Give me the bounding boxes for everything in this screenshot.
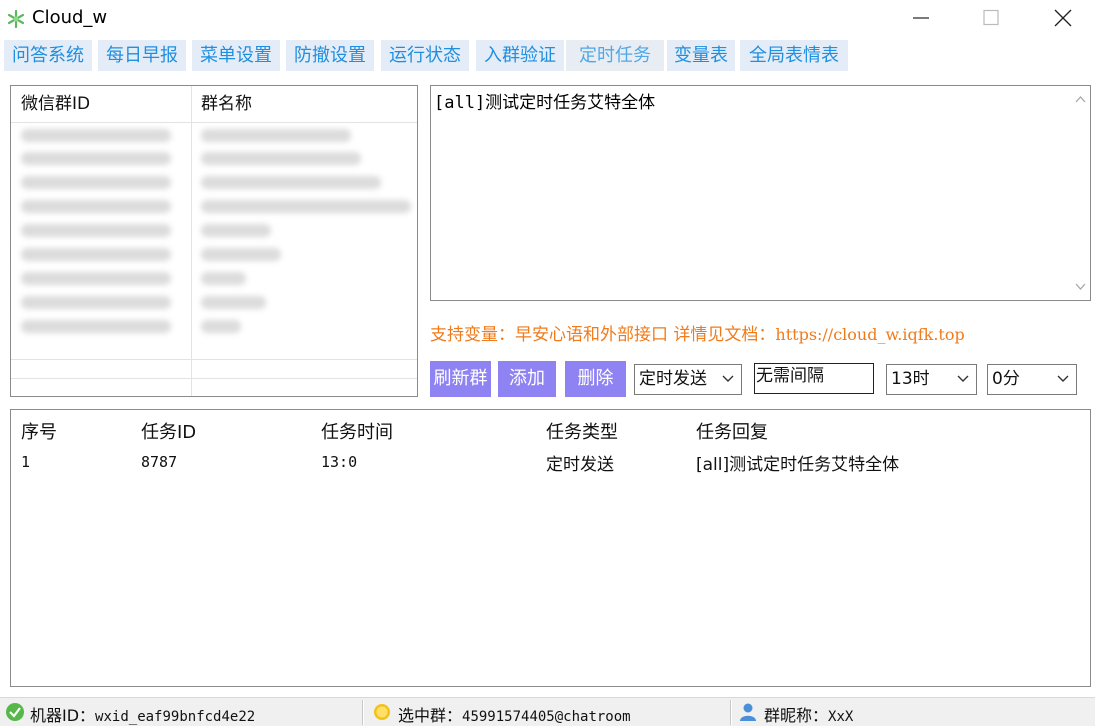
tab-daily-news[interactable]: 每日早报: [98, 40, 186, 71]
hour-value: 13时: [891, 369, 930, 389]
list-item-redacted-name[interactable]: [201, 224, 271, 237]
robot-id-value: wxid_eaf99bnfcd4e22: [95, 709, 256, 725]
refresh-groups-button[interactable]: 刷新群: [430, 361, 491, 397]
scroll-down-icon[interactable]: [1075, 281, 1086, 292]
maximize-button[interactable]: [968, 0, 1014, 36]
cell-task-reply[interactable]: [all]测试定时任务艾特全体: [696, 450, 899, 475]
column-header-task-reply[interactable]: 任务回复: [696, 418, 768, 444]
list-item-redacted-name[interactable]: [201, 200, 411, 213]
list-item-redacted-id[interactable]: [21, 129, 171, 142]
chevron-down-icon: [957, 375, 969, 382]
group-nickname-label: 群昵称：: [764, 706, 829, 725]
list-item-redacted-name[interactable]: [201, 320, 241, 333]
status-separator: [362, 700, 364, 725]
close-icon: [1054, 9, 1072, 27]
minimize-button[interactable]: [898, 0, 944, 36]
window-title: Cloud_w: [32, 7, 108, 28]
task-table[interactable]: 序号 任务ID 任务时间 任务类型 任务回复 1 8787 13:0 定时发送 …: [10, 409, 1091, 687]
interval-input[interactable]: 无需间隔: [754, 363, 874, 394]
cell-task-time[interactable]: 13:0: [321, 453, 357, 471]
chevron-down-icon: [1057, 375, 1069, 382]
variables-hint: 支持变量：早安心语和外部接口 详情见文档：https://cloud_w.iqf…: [430, 320, 965, 345]
snowflake-icon: [7, 9, 25, 29]
column-header-group-id[interactable]: 微信群ID: [21, 86, 90, 122]
message-text[interactable]: [all]测试定时任务艾特全体: [434, 88, 655, 113]
column-header-task-time[interactable]: 任务时间: [321, 418, 393, 444]
cell-index[interactable]: 1: [21, 453, 30, 471]
selected-group-status: 选中群：45991574405@chatroom: [398, 702, 631, 726]
minute-value: 0分: [992, 369, 1020, 389]
list-item-redacted-name[interactable]: [201, 248, 281, 261]
cell-task-type[interactable]: 定时发送: [546, 450, 614, 475]
list-item-redacted-id[interactable]: [21, 296, 171, 309]
delete-task-button[interactable]: 删除: [565, 361, 626, 397]
column-header-group-name[interactable]: 群名称: [201, 86, 252, 122]
selected-group-label: 选中群：: [398, 706, 463, 725]
title-bar: Cloud_w: [0, 0, 1095, 38]
chevron-down-icon: [722, 375, 734, 382]
add-task-button[interactable]: 添加: [498, 361, 556, 397]
scroll-up-icon[interactable]: [1075, 94, 1086, 105]
column-divider: [191, 86, 192, 396]
list-item-redacted-id[interactable]: [21, 320, 171, 333]
list-item-redacted-id[interactable]: [21, 224, 171, 237]
tab-qa-system[interactable]: 问答系统: [4, 40, 92, 71]
header-divider: [11, 122, 417, 123]
hour-select[interactable]: 13时: [886, 364, 977, 395]
tab-join-verify[interactable]: 入群验证: [476, 40, 564, 71]
group-nickname-status: 群昵称：XxX: [764, 702, 853, 726]
status-bar: 机器ID：wxid_eaf99bnfcd4e22 选中群：45991574405…: [0, 697, 1095, 726]
column-header-index[interactable]: 序号: [21, 418, 57, 444]
list-item-redacted-id[interactable]: [21, 176, 171, 189]
column-header-task-id[interactable]: 任务ID: [141, 418, 196, 444]
user-icon: [740, 703, 756, 721]
robot-id-label: 机器ID：: [30, 706, 96, 725]
minute-select[interactable]: 0分: [987, 364, 1077, 395]
sun-icon: [374, 704, 390, 720]
doc-link[interactable]: https://cloud_w.iqfk.top: [775, 325, 964, 344]
robot-id-status: 机器ID：wxid_eaf99bnfcd4e22: [30, 702, 255, 726]
close-button[interactable]: [1040, 0, 1086, 36]
list-item-redacted-name[interactable]: [201, 272, 246, 285]
list-item-redacted-id[interactable]: [21, 272, 171, 285]
tab-scheduled-tasks[interactable]: 定时任务: [566, 40, 664, 71]
list-item-redacted-name[interactable]: [201, 296, 266, 309]
column-header-task-type[interactable]: 任务类型: [546, 418, 618, 444]
status-separator: [730, 700, 732, 725]
list-item-redacted-id[interactable]: [21, 248, 171, 261]
tab-anti-recall[interactable]: 防撤设置: [286, 40, 374, 71]
tab-menu-settings[interactable]: 菜单设置: [192, 40, 280, 71]
list-item-redacted-name[interactable]: [201, 176, 381, 189]
task-type-value: 定时发送: [639, 369, 707, 389]
tab-bar: 问答系统 每日早报 菜单设置 防撤设置 运行状态 入群验证 定时任务 变量表 全…: [0, 40, 1095, 72]
group-nickname-value: XxX: [828, 709, 854, 725]
textarea-scrollbar[interactable]: [1071, 86, 1090, 300]
task-type-select[interactable]: 定时发送: [634, 364, 742, 395]
list-item-redacted-id[interactable]: [21, 200, 171, 213]
list-item-redacted-name[interactable]: [201, 152, 361, 165]
hint-text: 支持变量：早安心语和外部接口 详情见文档：: [430, 325, 776, 345]
check-circle-icon: [6, 703, 24, 721]
group-list[interactable]: 微信群ID 群名称: [10, 85, 418, 397]
row-divider: [11, 378, 417, 379]
message-textarea[interactable]: [all]测试定时任务艾特全体: [430, 85, 1091, 301]
minimize-icon: [913, 17, 929, 19]
selected-group-value: 45991574405@chatroom: [462, 709, 631, 725]
maximize-icon: [983, 9, 999, 26]
tab-global-emoji[interactable]: 全局表情表: [740, 40, 848, 71]
row-divider: [11, 359, 417, 360]
tab-run-status[interactable]: 运行状态: [381, 40, 469, 71]
list-item-redacted-id[interactable]: [21, 152, 171, 165]
list-item-redacted-name[interactable]: [201, 129, 351, 142]
tab-variables[interactable]: 变量表: [667, 40, 735, 71]
cell-task-id[interactable]: 8787: [141, 453, 177, 471]
